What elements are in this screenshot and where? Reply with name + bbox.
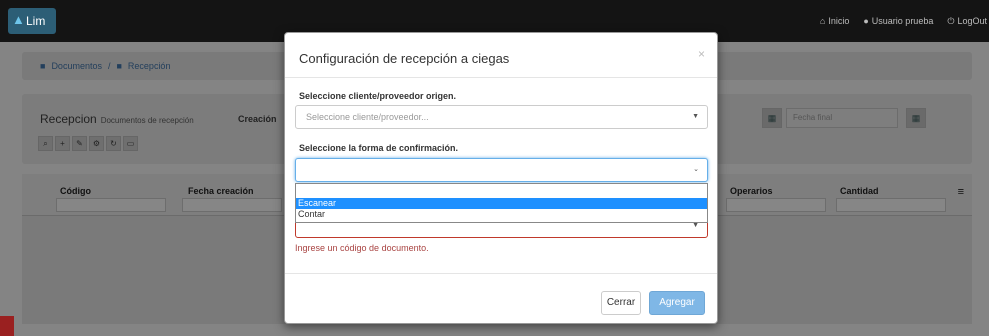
home-icon: ⌂ (819, 16, 826, 26)
column-cantidad[interactable]: Cantidad (840, 186, 879, 196)
search-icon[interactable]: ⌕ (38, 136, 53, 151)
filter-fecha[interactable] (182, 198, 282, 212)
refresh-icon[interactable]: ↻ (106, 136, 121, 151)
panel-title-text: Recepcion (40, 112, 97, 126)
date-to-input[interactable]: Fecha final (786, 108, 898, 128)
option-escanear[interactable]: Escanear (296, 198, 707, 209)
filter-operarios[interactable] (726, 198, 826, 212)
navbar-links: ⌂ Inicio ● Usuario prueba ⏻ LogOut (820, 0, 989, 42)
side-marker (0, 316, 14, 336)
origin-select-placeholder: Seleccione cliente/proveedor... (306, 112, 429, 122)
add-button[interactable]: Agregar (649, 291, 705, 315)
option-contar[interactable]: Contar (296, 209, 707, 220)
modal-footer-divider (285, 273, 717, 274)
nav-user-link[interactable]: ● Usuario prueba (863, 16, 933, 26)
brand-logo[interactable]: ▲ Lim (8, 8, 56, 34)
origin-label: Seleccione cliente/proveedor origen. (299, 91, 457, 101)
nav-home-label: Inicio (828, 16, 850, 26)
edit-icon[interactable]: ✎ (72, 136, 87, 151)
panel-title: Recepcion Documentos de recepción (40, 112, 194, 126)
nav-logout-link[interactable]: ⏻ LogOut (947, 16, 987, 27)
column-codigo[interactable]: Código (60, 186, 91, 196)
breadcrumb-documentos[interactable]: Documentos (51, 61, 102, 71)
nav-logout-label: LogOut (957, 16, 987, 26)
panel-subtitle: Documentos de recepción (100, 116, 194, 125)
origin-select[interactable]: Seleccione cliente/proveedor... ▼ (295, 105, 708, 129)
menu-icon[interactable]: ≡ (958, 186, 964, 198)
calendar-icon[interactable]: ▦ (762, 108, 782, 128)
blind-reception-modal: Configuración de recepción a ciegas × Se… (284, 32, 718, 324)
brand-name: Lim (26, 14, 46, 28)
toolbar: ⌕ + ✎ ⚙ ↻ ▭ (38, 136, 138, 151)
chevron-down-icon: ⌄ (693, 166, 699, 173)
nav-user-label: Usuario prueba (871, 16, 934, 26)
nav-home-link[interactable]: ⌂ Inicio (820, 16, 849, 26)
close-button[interactable]: Cerrar (601, 291, 641, 315)
filter-cantidad[interactable] (836, 198, 946, 212)
confirm-select[interactable]: ⌄ (295, 158, 708, 182)
settings-icon[interactable]: ⚙ (89, 136, 104, 151)
column-fecha-creacion[interactable]: Fecha creación (188, 186, 254, 196)
calendar-icon[interactable]: ▦ (906, 108, 926, 128)
error-message: Ingrese un código de documento. (295, 243, 429, 253)
modal-header-divider (285, 77, 717, 78)
confirm-label: Seleccione la forma de confirmación. (299, 143, 459, 153)
modal-title: Configuración de recepción a ciegas (299, 51, 510, 66)
document-icon[interactable]: ▭ (123, 136, 138, 151)
add-icon[interactable]: + (55, 136, 70, 151)
column-operarios[interactable]: Operarios (730, 186, 773, 196)
folder-icon: ■ (40, 61, 46, 71)
confirm-options-list: Escanear Contar (295, 183, 708, 223)
user-icon: ● (863, 16, 869, 26)
breadcrumb-separator: / (107, 61, 111, 71)
close-icon[interactable]: × (698, 47, 705, 61)
folder-icon: ■ (116, 61, 122, 71)
power-icon: ⏻ (947, 15, 955, 26)
breadcrumb-recepcion[interactable]: Recepción (128, 61, 171, 71)
caret-down-icon: ▼ (692, 113, 699, 120)
creacion-label: Creación (238, 114, 277, 124)
filter-codigo[interactable] (56, 198, 166, 212)
brand-mark-icon: ▲ (12, 12, 25, 27)
